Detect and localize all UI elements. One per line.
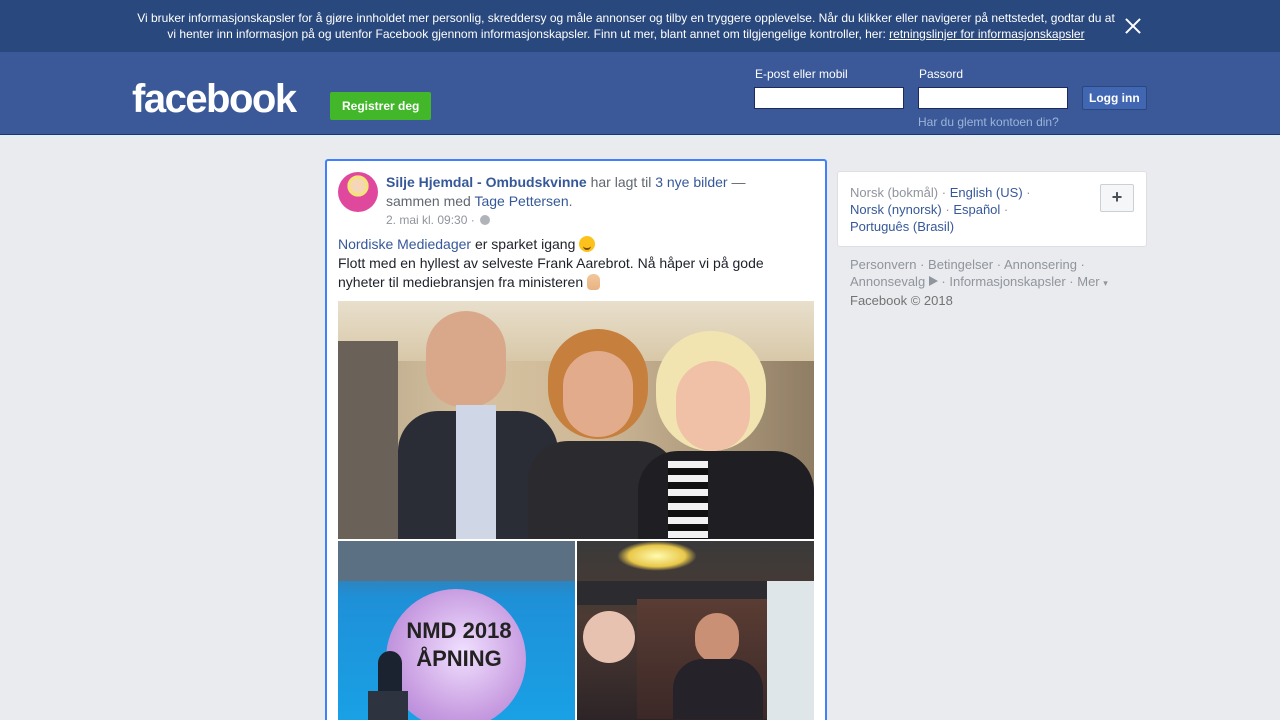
cookie-text: Vi bruker informasjonskapsler for å gjør… bbox=[130, 10, 1122, 42]
separator: · bbox=[941, 202, 954, 217]
footer-adchoices-link[interactable]: Annonsevalg bbox=[850, 274, 925, 289]
cookie-banner: Vi bruker informasjonskapsler for å gjør… bbox=[0, 0, 1280, 52]
separator: · bbox=[916, 257, 929, 272]
chevron-down-icon: ▾ bbox=[1103, 278, 1108, 288]
email-label: E-post eller mobil bbox=[755, 67, 848, 81]
photo-jacket-3 bbox=[638, 451, 814, 539]
forgot-account-link[interactable]: Har du glemt kontoen din? bbox=[918, 115, 1059, 129]
photo-face-3 bbox=[676, 361, 750, 451]
separator: · bbox=[938, 185, 950, 200]
photo-face-1 bbox=[426, 311, 506, 407]
post-author-link[interactable]: Silje Hjemdal - Ombudskvinne bbox=[386, 174, 587, 190]
language-english[interactable]: English (US) bbox=[950, 185, 1023, 200]
photo-screen-body bbox=[673, 659, 763, 719]
photo-ceiling bbox=[338, 541, 575, 581]
post-photo-left[interactable]: NMD 2018 ÅPNING bbox=[338, 541, 575, 720]
photo-face-2 bbox=[563, 351, 633, 437]
language-espanol[interactable]: Español bbox=[953, 202, 1000, 217]
footer-cookies-link[interactable]: Informasjonskapsler bbox=[949, 274, 1065, 289]
adchoices-icon bbox=[928, 276, 938, 286]
photo-circle-screen bbox=[583, 611, 635, 663]
cookie-text-line2: vi henter inn informasjon på og utenfor … bbox=[167, 27, 890, 41]
login-button[interactable]: Logg inn bbox=[1082, 86, 1147, 110]
hashtag-link[interactable]: Nordiske Mediedager bbox=[338, 236, 471, 252]
footer-advertising-link[interactable]: Annonsering bbox=[1004, 257, 1077, 272]
photo-caption: NMD 2018 ÅPNING bbox=[394, 617, 524, 673]
language-selector: Norsk (bokmål) · English (US) · Norsk (n… bbox=[837, 171, 1147, 247]
post-action-prefix: har lagt til bbox=[586, 174, 656, 190]
cookie-policy-link[interactable]: retningslinjer for informasjonskapsler bbox=[889, 27, 1084, 41]
separator: · bbox=[1076, 257, 1085, 272]
photo-window bbox=[767, 581, 814, 720]
password-label: Passord bbox=[919, 67, 964, 81]
post-photo-right[interactable] bbox=[577, 541, 814, 720]
photo-shirt-1 bbox=[456, 405, 496, 539]
photo-stage-light bbox=[617, 541, 697, 571]
smiling-face-icon bbox=[579, 236, 596, 252]
top-bar: facebook Registrer deg E-post eller mobi… bbox=[0, 52, 1280, 135]
email-field[interactable] bbox=[754, 87, 904, 109]
post-period: . bbox=[568, 193, 573, 209]
post-header: Silje Hjemdal - Ombudskvinne har lagt ti… bbox=[386, 173, 766, 211]
footer-privacy-link[interactable]: Personvern bbox=[850, 257, 916, 272]
post-text-line2: Flott med en hyllest av selveste Frank A… bbox=[338, 255, 764, 290]
footer-links: Personvern · Betingelser · Annonsering ·… bbox=[850, 256, 1140, 309]
photo-screen-face bbox=[695, 613, 739, 663]
footer-more-link[interactable]: Mer ▾ bbox=[1077, 274, 1108, 289]
language-portugues[interactable]: Português (Brasil) bbox=[850, 219, 954, 234]
post-meta: 2. mai kl. 09:30 · bbox=[386, 213, 491, 227]
footer-more-label: Mer bbox=[1077, 274, 1100, 289]
more-languages-button[interactable]: + bbox=[1100, 184, 1134, 212]
separator: · bbox=[1022, 185, 1031, 200]
separator: · bbox=[993, 257, 1004, 272]
cookie-text-line1: Vi bruker informasjonskapsler for å gjør… bbox=[137, 11, 1115, 25]
password-field[interactable] bbox=[918, 87, 1068, 109]
avatar[interactable] bbox=[338, 172, 378, 212]
photo-bg-left bbox=[338, 341, 398, 539]
pointing-hand-icon bbox=[587, 274, 601, 290]
post-card: Silje Hjemdal - Ombudskvinne har lagt ti… bbox=[325, 159, 827, 720]
close-icon[interactable] bbox=[1122, 15, 1144, 37]
footer-terms-link[interactable]: Betingelser bbox=[928, 257, 993, 272]
post-text: Nordiske Mediedager er sparket igang Flo… bbox=[338, 235, 808, 292]
post-photo-main[interactable] bbox=[338, 301, 814, 539]
post-timestamp[interactable]: 2. mai kl. 09:30 · bbox=[386, 213, 478, 227]
copyright: Facebook © 2018 bbox=[850, 293, 953, 308]
language-nynorsk[interactable]: Norsk (nynorsk) bbox=[850, 202, 942, 217]
tagged-user-link[interactable]: Tage Pettersen bbox=[474, 193, 568, 209]
separator: · bbox=[1065, 274, 1078, 289]
globe-icon bbox=[480, 215, 491, 225]
facebook-logo[interactable]: facebook bbox=[132, 76, 297, 122]
language-current: Norsk (bokmål) bbox=[850, 185, 939, 200]
separator: · bbox=[1000, 202, 1009, 217]
photo-podium bbox=[368, 691, 408, 720]
photo-stripes-3 bbox=[668, 461, 708, 539]
photos-link[interactable]: 3 nye bilder bbox=[655, 174, 727, 190]
language-list: Norsk (bokmål) · English (US) · Norsk (n… bbox=[850, 184, 1080, 235]
post-text-line1: er sparket igang bbox=[471, 236, 580, 252]
separator: · bbox=[937, 274, 950, 289]
register-button[interactable]: Registrer deg bbox=[330, 92, 432, 120]
photo-caption-line2: ÅPNING bbox=[416, 646, 502, 671]
photo-caption-line1: NMD 2018 bbox=[406, 618, 512, 643]
